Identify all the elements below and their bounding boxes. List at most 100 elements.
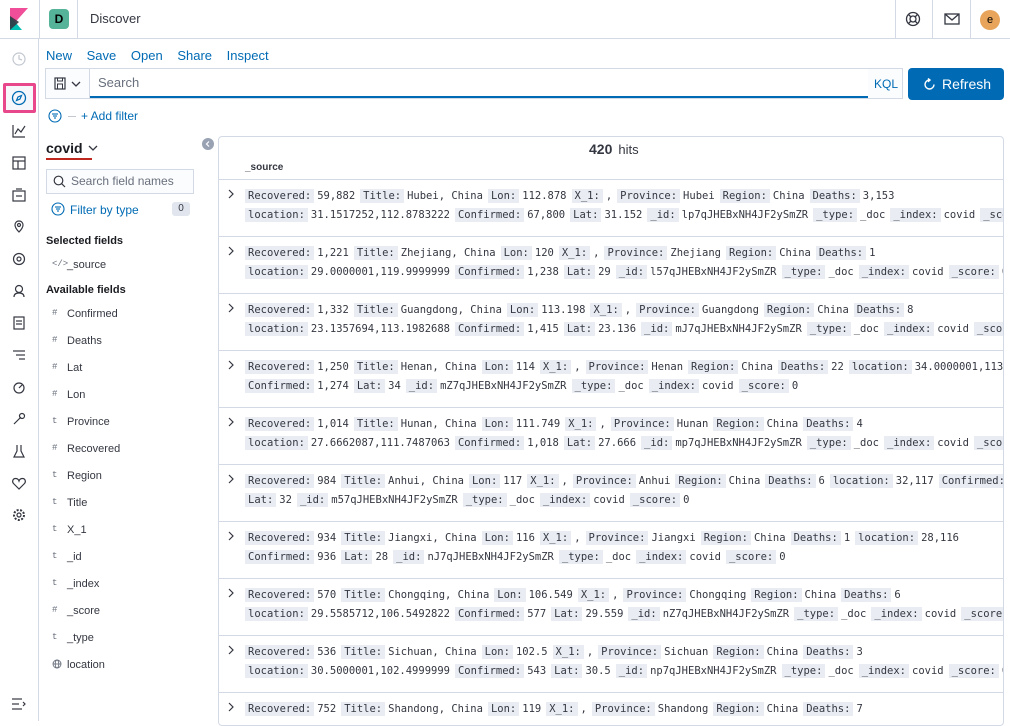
canvas-icon[interactable] [11, 187, 27, 203]
header-divider [39, 0, 40, 39]
visualize-icon[interactable] [11, 123, 27, 139]
menu-inspect[interactable]: Inspect [227, 48, 269, 63]
filter-by-type-button[interactable]: Filter by type 0 [46, 200, 192, 220]
machine-learning-icon[interactable] [11, 251, 27, 267]
management-gear-icon[interactable] [11, 507, 27, 523]
refresh-button[interactable]: Refresh [908, 68, 1004, 100]
collapse-nav-icon[interactable] [11, 697, 27, 711]
field-key: Deaths: [803, 417, 854, 431]
header-divider [970, 0, 971, 39]
uptime-icon[interactable] [11, 379, 27, 395]
field-value: 577 [527, 608, 547, 620]
field-key: X_1: [565, 417, 597, 431]
filter-options-icon[interactable] [48, 109, 62, 123]
add-filter-button[interactable]: + Add filter [81, 109, 138, 123]
expand-row-chevron-icon[interactable] [226, 303, 236, 313]
expand-row-chevron-icon[interactable] [226, 645, 236, 655]
field-value: China [728, 475, 761, 487]
recently-viewed-icon[interactable] [11, 51, 27, 67]
heartbeat-icon[interactable] [11, 475, 27, 491]
expand-row-chevron-icon[interactable] [226, 474, 236, 484]
field-search-input[interactable] [71, 174, 191, 188]
siem-icon[interactable] [11, 283, 27, 299]
kibana-logo-icon[interactable] [8, 8, 30, 30]
field-item[interactable]: location [46, 657, 206, 675]
source-line: Recovered: 934 Title: Jiangxi, China Lon: 116… [245, 531, 964, 545]
stack-monitoring-icon[interactable] [11, 443, 27, 459]
field-key: _index: [871, 607, 922, 621]
search-input[interactable] [90, 69, 868, 98]
mail-icon[interactable] [943, 10, 961, 28]
field-key: _score: [725, 550, 777, 564]
field-value: China [779, 247, 811, 259]
field-key: Province: [636, 303, 700, 317]
field-value: 111.749 [515, 418, 561, 430]
filter-by-type-label: Filter by type [70, 203, 139, 217]
menu-new[interactable]: New [46, 48, 72, 63]
field-item[interactable]: # Lat [46, 360, 206, 378]
field-item[interactable]: # Recovered [46, 441, 206, 459]
field-item[interactable]: # Deaths [46, 333, 206, 351]
dashboard-icon[interactable] [11, 155, 27, 171]
logs-icon[interactable] [11, 315, 27, 331]
field-item[interactable]: t _type [46, 630, 206, 648]
field-item[interactable]: # Confirmed [46, 306, 206, 324]
field-item[interactable]: t Title [46, 495, 206, 513]
field-item[interactable]: t _index [46, 576, 206, 594]
field-item[interactable]: </> _source [46, 257, 206, 275]
expand-row-chevron-icon[interactable] [226, 246, 236, 256]
field-item[interactable]: t Region [46, 468, 206, 486]
index-pattern-selector[interactable]: covid [46, 140, 98, 156]
expand-row-chevron-icon[interactable] [226, 702, 236, 712]
field-key: Lat: [563, 265, 596, 279]
source-line: location: 31.1517252,112.8783222 Confirmed… [245, 208, 1003, 222]
field-item[interactable]: # _score [46, 603, 206, 621]
expand-row-chevron-icon[interactable] [226, 417, 236, 427]
field-item[interactable]: t _id [46, 549, 206, 567]
help-icon[interactable] [904, 10, 922, 28]
discover-compass-icon[interactable] [11, 90, 27, 106]
expand-row-chevron-icon[interactable] [226, 531, 236, 541]
query-language-toggle[interactable]: KQL [874, 77, 898, 91]
field-key: _id: [615, 265, 648, 279]
menu-share[interactable]: Share [177, 48, 212, 63]
index-pattern-name: covid [46, 140, 83, 156]
field-value: 59,882 [317, 190, 356, 202]
user-avatar[interactable]: e [980, 10, 1000, 30]
field-value: Hunan [676, 418, 709, 430]
field-key: Title: [341, 531, 386, 545]
maps-icon[interactable] [11, 219, 27, 235]
expand-row-chevron-icon[interactable] [226, 360, 236, 370]
space-avatar[interactable]: D [49, 9, 69, 29]
field-value: Henan, China [400, 361, 477, 373]
menu-open[interactable]: Open [131, 48, 163, 63]
source-line: location: 30.5000001,102.4999999 Confirmed… [245, 664, 1003, 678]
menu-save[interactable]: Save [87, 48, 117, 63]
field-key: Region: [713, 702, 764, 716]
expand-row-chevron-icon[interactable] [226, 588, 236, 598]
apm-icon[interactable] [11, 347, 27, 363]
expand-row-chevron-icon[interactable] [226, 189, 236, 199]
selected-fields-title: Selected fields [46, 235, 124, 247]
field-item[interactable]: t Province [46, 414, 206, 432]
field-key: _type: [813, 208, 858, 222]
field-key: Lon: [500, 246, 532, 260]
field-value: , [574, 361, 581, 373]
collapse-sidebar-button[interactable] [202, 138, 214, 150]
field-item[interactable]: t X_1 [46, 522, 206, 540]
field-key: _score: [948, 265, 999, 279]
filter-icon [51, 202, 65, 216]
field-key: Deaths: [809, 189, 860, 203]
field-value: 0 [779, 551, 786, 563]
source-line: location: 29.0000001,119.9999999 Confirmed… [245, 265, 1003, 279]
field-name: _score [67, 605, 101, 617]
field-key: X_1: [539, 531, 572, 545]
field-item[interactable]: # Lon [46, 387, 206, 405]
field-key: _id: [615, 664, 648, 678]
field-value: 984 [317, 475, 337, 487]
hits-count: 420 [589, 141, 613, 157]
saved-queries-button[interactable] [46, 69, 90, 98]
column-header-source: _source [245, 162, 284, 173]
field-value: 1 [869, 247, 876, 259]
dev-tools-icon[interactable] [11, 411, 27, 427]
